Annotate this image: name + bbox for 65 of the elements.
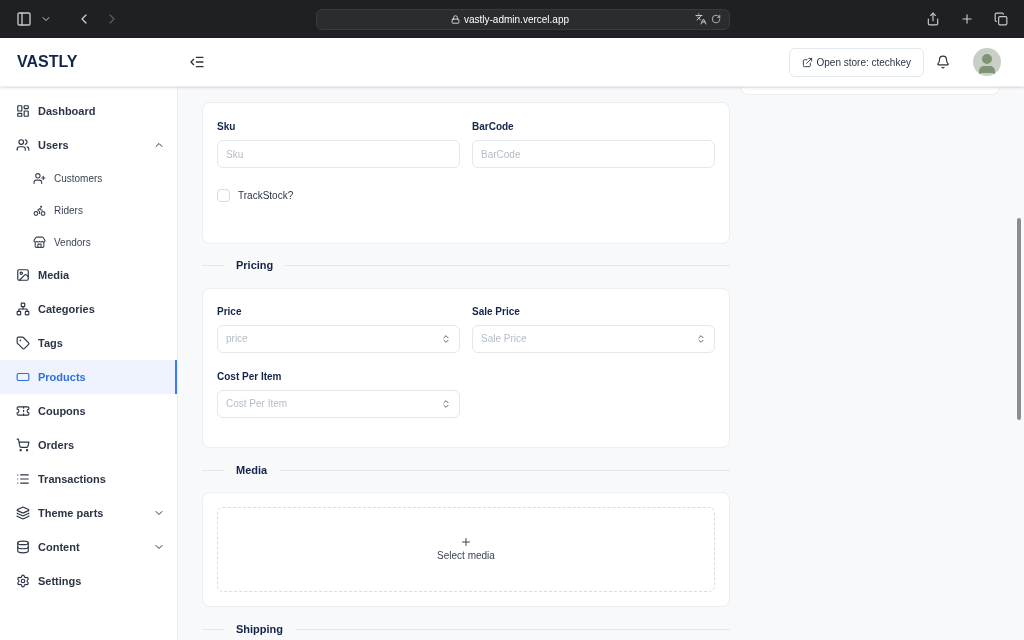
- sidebar-item[interactable]: Transactions: [0, 462, 177, 496]
- sidebar-subitem[interactable]: Riders: [0, 194, 177, 226]
- menu-icon: [33, 235, 46, 249]
- sidebar-subitem[interactable]: Vendors: [0, 226, 177, 258]
- menu-icon: [16, 268, 30, 282]
- lock-icon: [450, 14, 460, 24]
- translate-icon[interactable]: [695, 13, 707, 25]
- menu-icon: [16, 336, 30, 350]
- field-label: Cost Per Item: [217, 369, 283, 384]
- checkbox[interactable]: [217, 189, 230, 202]
- sidebar-item[interactable]: Settings: [0, 564, 177, 598]
- number-field[interactable]: Sale Price: [472, 324, 715, 353]
- field-label: Sku: [217, 120, 237, 134]
- menu-icon: [16, 138, 30, 152]
- tabs-icon[interactable]: [994, 12, 1008, 26]
- menu-icon: [16, 438, 30, 452]
- scrollbar-thumb[interactable]: [1017, 218, 1021, 420]
- number-field[interactable]: price: [217, 324, 460, 353]
- new-tab-icon[interactable]: [960, 12, 974, 26]
- open-store-button[interactable]: Open store: ctechkey: [788, 47, 924, 77]
- section-heading: Shipping: [236, 621, 284, 637]
- sidebar-item[interactable]: Theme parts: [0, 496, 177, 530]
- media-dropzone[interactable]: Select media: [217, 507, 715, 593]
- section-heading: Media: [236, 463, 268, 479]
- menu-icon: [33, 171, 46, 185]
- checkbox-label: TrackStock?: [238, 189, 294, 203]
- section-heading: Pricing: [236, 258, 274, 274]
- external-link-icon: [801, 56, 813, 68]
- number-field[interactable]: Cost Per Item: [217, 389, 460, 418]
- sidebar-toggle-icon[interactable]: [16, 11, 32, 27]
- menu-icon: [16, 506, 30, 520]
- menu-icon: [16, 574, 30, 588]
- reload-icon[interactable]: [711, 14, 721, 24]
- menu-icon: [16, 540, 30, 554]
- sidebar-item[interactable]: Coupons: [0, 394, 177, 428]
- menu-icon: [16, 472, 30, 486]
- logo: VASTLY: [16, 52, 79, 72]
- stepper-icon[interactable]: [696, 333, 706, 344]
- sidebar-item[interactable]: Users: [0, 128, 177, 162]
- share-icon[interactable]: [926, 12, 940, 26]
- field-label: Sale Price: [472, 304, 521, 319]
- menu-icon: [16, 370, 30, 384]
- input-field[interactable]: BarCode: [472, 140, 715, 168]
- menu-icon: [16, 302, 30, 316]
- address-bar[interactable]: vastly-admin.vercel.app: [316, 8, 730, 30]
- field-label: BarCode: [472, 120, 515, 134]
- stepper-icon[interactable]: [441, 333, 451, 344]
- notification-bell-icon[interactable]: [936, 55, 950, 69]
- sidebar-item[interactable]: Content: [0, 530, 177, 564]
- menu-icon: [16, 104, 30, 118]
- sidebar-item[interactable]: Dashboard: [0, 94, 177, 128]
- sidebar-item[interactable]: Categories: [0, 292, 177, 326]
- sidebar-item[interactable]: Products: [0, 360, 177, 394]
- menu-collapse-icon[interactable]: [189, 54, 205, 70]
- menu-icon: [33, 203, 46, 217]
- menu-icon: [16, 404, 30, 418]
- plus-icon: [460, 536, 472, 549]
- avatar[interactable]: [973, 48, 1001, 76]
- sidebar-item[interactable]: Tags: [0, 326, 177, 360]
- sidebar-subitem[interactable]: Customers: [0, 162, 177, 194]
- input-field[interactable]: Sku: [217, 140, 460, 168]
- sidebar-item[interactable]: Orders: [0, 428, 177, 462]
- sidebar-item[interactable]: Media: [0, 258, 177, 292]
- stepper-icon[interactable]: [441, 398, 451, 409]
- field-label: Price: [217, 304, 243, 319]
